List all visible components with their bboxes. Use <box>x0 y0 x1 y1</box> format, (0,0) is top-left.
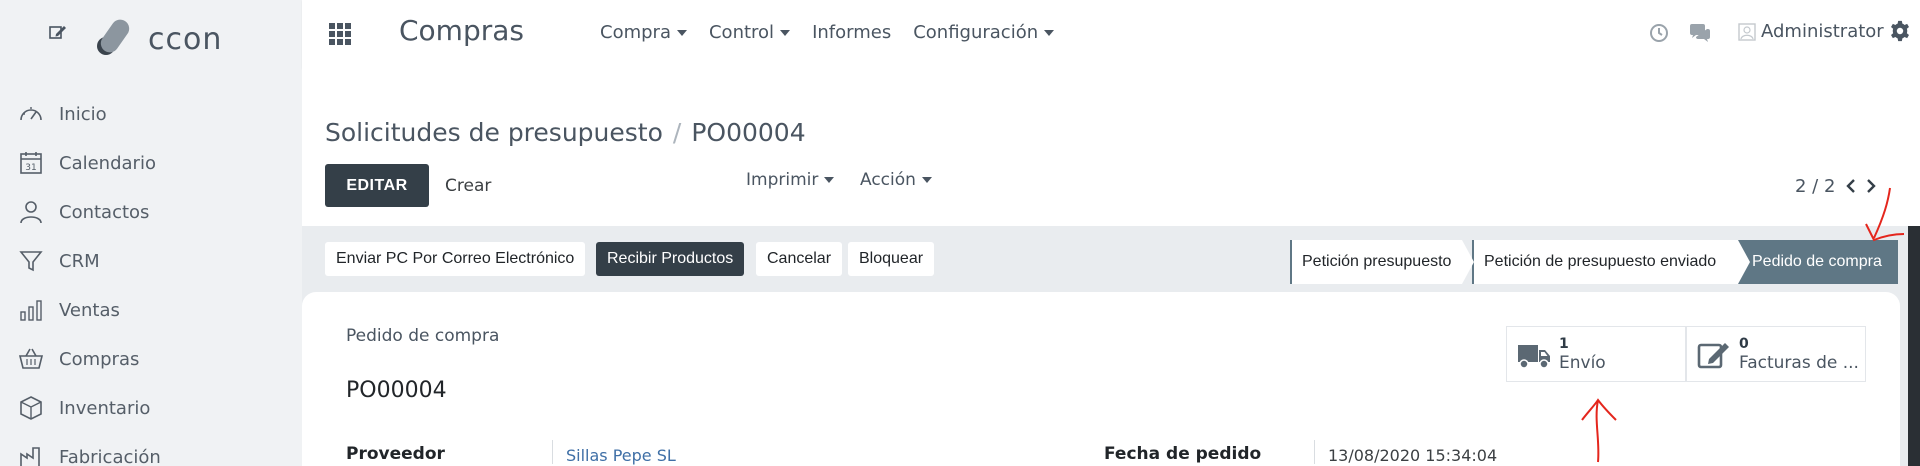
caret-down-icon <box>780 29 791 36</box>
field-divider <box>1314 440 1315 464</box>
caret-down-icon <box>1044 29 1055 36</box>
person-icon <box>20 201 42 224</box>
user-menu[interactable]: Administrator <box>1761 21 1884 42</box>
smart-button-shipment[interactable]: 1 Envío <box>1506 326 1686 382</box>
receive-products-button[interactable]: Recibir Productos <box>596 242 745 276</box>
print-dropdown-label: Imprimir <box>746 170 819 190</box>
apps-grid-icon[interactable] <box>328 22 352 46</box>
document-type-label: Pedido de compra <box>346 326 500 346</box>
menu-configuracion[interactable]: Configuración <box>913 22 1055 43</box>
breadcrumb-current: PO00004 <box>691 118 806 147</box>
sidebar-item-contactos[interactable]: Contactos <box>0 192 302 232</box>
sidebar-item-calendario[interactable]: 31 Calendario <box>0 143 302 183</box>
pencil-square-icon <box>1697 343 1729 369</box>
stage-rfq[interactable]: Petición presupuesto <box>1290 240 1474 284</box>
stage-arrow <box>1738 240 1750 284</box>
clock-icon[interactable] <box>1648 22 1670 44</box>
sidebar-item-inicio[interactable]: Inicio <box>0 94 302 134</box>
order-date-label: Fecha de pedido <box>1104 444 1262 464</box>
smart-button-invoices[interactable]: 0 Facturas de ... <box>1686 326 1866 382</box>
sidebar-item-label: Ventas <box>59 299 120 321</box>
edit-button[interactable]: EDITAR <box>325 164 429 207</box>
menu-compra-label: Compra <box>600 22 671 43</box>
stage-label: Pedido de compra <box>1752 253 1882 270</box>
send-po-email-button[interactable]: Enviar PC Por Correo Electrónico <box>325 242 586 276</box>
basket-icon <box>18 348 44 369</box>
breadcrumb: Solicitudes de presupuesto / PO00004 <box>325 118 806 147</box>
stage-arrow <box>1462 240 1474 284</box>
chat-icon[interactable] <box>1688 22 1712 44</box>
top-navbar: Compras Compra Control Informes Configur… <box>302 0 1920 68</box>
caret-down-icon <box>676 29 687 36</box>
supplier-link[interactable]: Sillas Pepe SL <box>566 446 676 465</box>
scrollbar[interactable] <box>1908 226 1920 466</box>
pager-value[interactable]: 2 / 2 <box>1795 176 1835 197</box>
document-name: PO00004 <box>346 378 447 403</box>
print-dropdown[interactable]: Imprimir <box>746 170 835 190</box>
supplier-label: Proveedor <box>346 444 445 464</box>
sidebar-item-label: Fabricación <box>59 446 161 466</box>
menu-informes[interactable]: Informes <box>812 22 891 43</box>
order-date-value[interactable]: 13/08/2020 15:34:04 <box>1328 446 1497 465</box>
action-dropdown[interactable]: Acción <box>860 170 932 190</box>
menu-control[interactable]: Control <box>708 22 791 43</box>
invoices-label: Facturas de ... <box>1739 353 1859 373</box>
edit-icon[interactable] <box>48 22 68 42</box>
caret-down-icon <box>921 177 932 183</box>
field-divider <box>552 440 553 464</box>
menu-compra[interactable]: Compra <box>600 22 687 43</box>
gear-icon[interactable] <box>1889 20 1911 42</box>
sidebar-item-crm[interactable]: CRM <box>0 241 302 281</box>
sidebar: ccon Inicio 31 Calendario Contactos CRM … <box>0 0 302 466</box>
company-logo[interactable]: ccon <box>92 12 242 60</box>
menu-control-label: Control <box>708 22 775 43</box>
invoices-count: 0 <box>1739 336 1749 352</box>
menu-configuracion-label: Configuración <box>913 22 1039 43</box>
sidebar-item-fabricacion[interactable]: Fabricación <box>0 437 302 466</box>
caret-down-icon <box>824 177 835 183</box>
gauge-icon <box>20 107 42 121</box>
cancel-button[interactable]: Cancelar <box>756 242 843 276</box>
logo-mark-icon <box>97 19 130 55</box>
truck-icon <box>1518 345 1550 369</box>
box-icon <box>20 396 42 420</box>
stage-rfq-sent[interactable]: Petición de presupuesto enviado <box>1472 240 1750 284</box>
status-bar: Enviar PC Por Correo Electrónico Recibir… <box>302 226 1920 292</box>
stage-purchase-order[interactable]: Pedido de compra <box>1738 240 1898 284</box>
calendar-icon: 31 <box>20 152 42 174</box>
breadcrumb-separator: / <box>672 118 682 147</box>
sidebar-item-label: Calendario <box>59 152 156 174</box>
breadcrumb-parent-link[interactable]: Solicitudes de presupuesto <box>325 118 663 147</box>
control-panel: Solicitudes de presupuesto / PO00004 EDI… <box>302 68 1920 226</box>
calendar-icon-number: 31 <box>25 163 36 173</box>
top-menu: Compra Control Informes Configuración <box>600 22 1055 43</box>
logo-text: ccon <box>148 22 223 57</box>
menu-informes-label: Informes <box>812 22 892 43</box>
sidebar-item-label: CRM <box>59 250 100 272</box>
chevron-right-icon[interactable] <box>1864 178 1878 194</box>
sidebar-item-label: Inventario <box>59 397 151 419</box>
action-dropdown-label: Acción <box>860 170 916 190</box>
shipment-count: 1 <box>1559 336 1569 352</box>
avatar-icon[interactable] <box>1738 23 1756 41</box>
app-title: Compras <box>399 14 524 47</box>
funnel-icon <box>19 251 43 272</box>
shipment-label: Envío <box>1559 353 1606 373</box>
bar-chart-icon <box>20 300 42 321</box>
chevron-left-icon[interactable] <box>1844 178 1858 194</box>
brand-area: ccon <box>0 0 302 68</box>
stage-label: Petición presupuesto <box>1302 253 1452 270</box>
sidebar-item-inventario[interactable]: Inventario <box>0 388 302 428</box>
factory-icon <box>20 447 40 466</box>
sidebar-item-label: Compras <box>59 348 140 370</box>
sidebar-item-label: Contactos <box>59 201 150 223</box>
lock-button[interactable]: Bloquear <box>848 242 935 276</box>
stage-label: Petición de presupuesto enviado <box>1484 253 1717 270</box>
sidebar-item-label: Inicio <box>59 103 107 125</box>
create-button[interactable]: Crear <box>445 176 491 196</box>
form-sheet: Pedido de compra PO00004 1 Envío 0 Factu… <box>302 292 1900 466</box>
sidebar-item-compras[interactable]: Compras <box>0 339 302 379</box>
sidebar-item-ventas[interactable]: Ventas <box>0 290 302 330</box>
